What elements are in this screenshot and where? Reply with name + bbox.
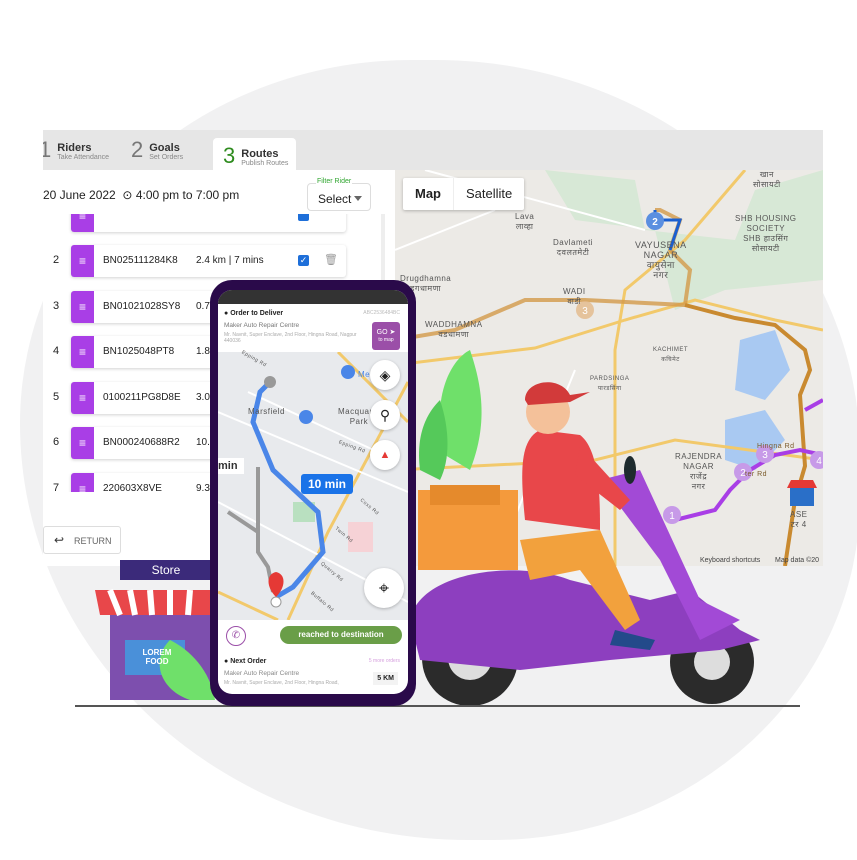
phone-screen: ● Order to Deliver ABC2536484BC Maker Au… [218, 290, 408, 694]
order-name: Maker Auto Repair Centre [224, 322, 300, 329]
next-order-name: Maker Auto Repair Centre [224, 670, 300, 677]
go-to-map-button[interactable]: GO ➤ to map [372, 322, 400, 350]
route-eta-badge[interactable]: 10 min [301, 474, 354, 494]
reached-destination-button[interactable]: reached to destination [280, 626, 402, 644]
search-icon[interactable]: ⚲ [370, 400, 400, 430]
my-location-icon[interactable]: ⌖ [364, 568, 404, 608]
phone-call-icon[interactable]: ✆ [226, 626, 246, 646]
next-order-address: Mr. Navnit, Super Enclave, 2nd Floor, Hi… [224, 680, 339, 686]
next-title: Next Order [230, 658, 267, 665]
map-label: Marsfield [248, 407, 285, 416]
store-sign: Store [120, 560, 212, 580]
go-sub: to map [378, 337, 394, 343]
order-to-deliver-title: ● Order to Deliver [224, 310, 284, 317]
order-id: ABC2536484BC [363, 310, 400, 316]
go-label: GO [376, 329, 388, 336]
delivery-rider-illustration [410, 350, 760, 706]
phone-mockup: ● Order to Deliver ABC2536484BC Maker Au… [210, 280, 416, 706]
store-board: LOREM FOOD [142, 648, 172, 666]
order-title: Order to Deliver [230, 310, 284, 317]
ground-line [75, 705, 800, 707]
layers-icon[interactable]: ◈ [370, 360, 400, 390]
compass-icon[interactable]: ▲ [370, 440, 400, 470]
next-order-title: ● Next Order [224, 658, 267, 665]
order-address: Mr. Navnit, Super Enclave, 2nd Floor, Hi… [224, 332, 357, 344]
navigation-arrow-icon: ➤ [387, 329, 396, 336]
map-label: Me [358, 370, 371, 379]
more-orders-link[interactable]: 5 more orders [369, 658, 400, 664]
alt-route-eta[interactable]: min [218, 458, 244, 474]
status-bar [218, 290, 408, 304]
next-order-distance: 5 KM [373, 672, 398, 685]
phone-navigation-map[interactable]: Marsfield Macquarie Park Me Epping Rd Ep… [218, 349, 408, 620]
